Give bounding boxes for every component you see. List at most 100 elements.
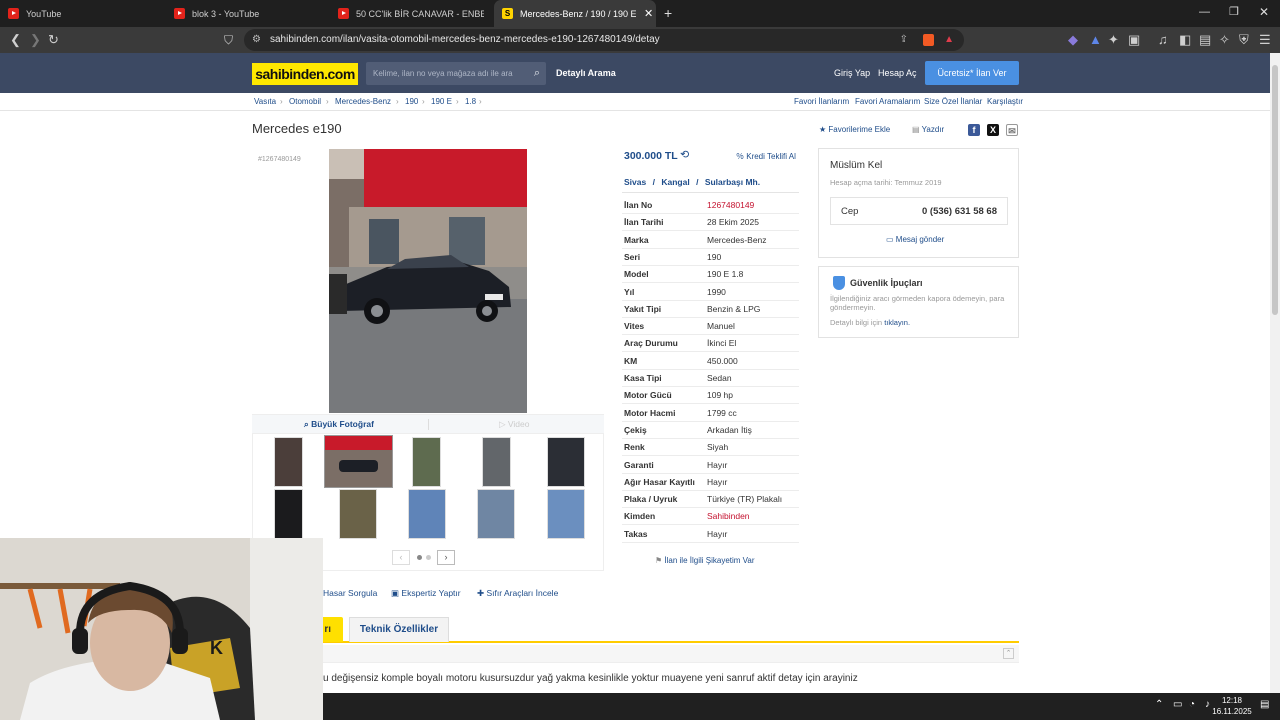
wallet-icon[interactable]: ▤	[1199, 27, 1211, 53]
thumbnail[interactable]	[274, 489, 303, 539]
new-tab-icon[interactable]: +	[664, 5, 672, 21]
rewards-icon[interactable]: ▲	[944, 29, 954, 51]
breadcrumb-item[interactable]: 190	[405, 97, 418, 106]
forward-icon[interactable]: ❯	[30, 27, 41, 53]
thumbnail[interactable]	[274, 437, 303, 487]
thumbnail[interactable]	[408, 489, 446, 539]
leo-icon[interactable]: ✧	[1219, 27, 1230, 53]
address-bar[interactable]: ⚙ sahibinden.com/ilan/vasita-otomobil-me…	[244, 29, 964, 51]
prev-page-icon[interactable]: ‹	[392, 550, 410, 565]
search-icon[interactable]: ⌕	[534, 62, 540, 85]
safety-text: İlgilendiğiniz aracı görmeden kapora öde…	[830, 294, 1005, 312]
big-photo-button[interactable]: ⌕ Büyük Fotoğraf	[304, 419, 374, 430]
menu-icon[interactable]: ☰	[1259, 27, 1271, 53]
breadcrumb-item[interactable]: Vasıta	[254, 97, 276, 106]
safety-more-link[interactable]: tıklayın.	[884, 318, 910, 327]
favorite-listings-link[interactable]: Favori İlanlarım	[794, 97, 849, 106]
breadcrumb-item[interactable]: 1.8	[465, 97, 476, 106]
extension-icon[interactable]: ◆	[1068, 27, 1078, 53]
seller-box: Müslüm Kel Hesap açma tarihi: Temmuz 201…	[818, 148, 1019, 258]
location-neighborhood[interactable]: Sularbaşı Mh.	[705, 177, 760, 187]
page-scrollbar[interactable]	[1270, 53, 1280, 693]
location-city[interactable]: Sivas	[624, 177, 646, 187]
favorite-searches-link[interactable]: Favori Aramalarım	[855, 97, 920, 106]
new-cars-link[interactable]: ✚ Sıfır Araçları İncele	[477, 588, 558, 599]
scrollbar-thumb[interactable]	[1272, 65, 1278, 315]
browser-tab[interactable]: blok 3 - YouTube	[174, 0, 334, 27]
close-tab-icon[interactable]: ✕	[644, 7, 653, 20]
browser-tab[interactable]: 50 CC'lik BİR CANAVAR - ENBEST CR	[338, 0, 484, 27]
x-twitter-icon[interactable]: X	[987, 124, 999, 136]
site-info-icon[interactable]: ⚙	[252, 29, 261, 51]
seller-name[interactable]: Müslüm Kel	[830, 160, 882, 171]
register-link[interactable]: Hesap Aç	[878, 68, 917, 78]
thumbnail[interactable]	[547, 489, 585, 539]
listing-number-tag: #1267480149	[258, 156, 301, 163]
email-icon[interactable]: ✉	[1006, 124, 1018, 136]
reload-icon[interactable]: ↻	[48, 27, 59, 53]
tab-technical[interactable]: Teknik Özellikler	[349, 617, 449, 642]
thumbnail[interactable]	[339, 489, 377, 539]
detail-value: 1990	[707, 287, 726, 297]
bookmark-icon[interactable]: ⛉	[224, 27, 233, 53]
next-page-icon[interactable]: ›	[437, 550, 455, 565]
site-logo[interactable]: sahibinden.com	[252, 63, 358, 85]
detail-divider	[622, 230, 799, 231]
detail-divider	[622, 473, 799, 474]
phone-number[interactable]: 0 (536) 631 58 68	[922, 206, 997, 217]
minimize-icon[interactable]: —	[1199, 6, 1210, 18]
search-input[interactable]: Kelime, ilan no veya mağaza adı ile ara …	[366, 62, 546, 85]
detailed-search-link[interactable]: Detaylı Arama	[556, 68, 616, 78]
thumbnail[interactable]	[477, 489, 515, 539]
browser-tab[interactable]: YouTube	[8, 0, 168, 27]
detail-value[interactable]: Sahibinden	[707, 511, 750, 521]
extension-icon[interactable]: ▲	[1089, 27, 1102, 53]
detail-label: Renk	[624, 442, 645, 452]
send-message-link[interactable]: ▭ Mesaj gönder	[886, 235, 944, 244]
brave-shield-icon[interactable]	[923, 34, 934, 46]
clock-time[interactable]: 12:18	[1212, 696, 1252, 705]
thumbnail[interactable]	[547, 437, 585, 487]
tray-arrow-icon[interactable]: ⌃	[1155, 699, 1163, 710]
detail-value[interactable]: 1267480149	[707, 200, 754, 210]
price-history-icon[interactable]: ⟲	[680, 148, 689, 161]
back-icon[interactable]: ❮	[10, 27, 21, 53]
damage-query-link[interactable]: Hasar Sorgula	[323, 588, 377, 598]
main-photo[interactable]	[329, 149, 527, 413]
vpn-icon[interactable]: ⛨	[1239, 27, 1249, 53]
detail-value: 28 Ekim 2025	[707, 217, 759, 227]
expertise-link[interactable]: ▣ Ekspertiz Yaptır	[391, 588, 461, 599]
breadcrumb-item[interactable]: 190 E	[431, 97, 452, 106]
print-link[interactable]: ▤ Yazdır	[912, 125, 944, 134]
restore-icon[interactable]: ❐	[1229, 5, 1239, 18]
notification-icon[interactable]: ▤	[1260, 699, 1269, 710]
detail-label: Garanti	[624, 460, 654, 470]
personalized-link[interactable]: Size Özel İlanlar	[924, 97, 982, 106]
thumbnail[interactable]	[482, 437, 511, 487]
add-favorite-link[interactable]: ★ Favorilerime Ekle	[819, 125, 890, 134]
page-dot[interactable]	[426, 555, 431, 560]
browser-tab-active[interactable]: S Mercedes-Benz / 190 / 190 E / 1 ✕	[494, 0, 656, 27]
login-link[interactable]: Giriş Yap	[834, 68, 870, 78]
breadcrumb-item[interactable]: Mercedes-Benz	[335, 97, 391, 106]
close-window-icon[interactable]: ✕	[1259, 5, 1269, 19]
media-icon[interactable]: ▣	[1128, 27, 1140, 53]
post-ad-button[interactable]: Ücretsiz* İlan Ver	[925, 61, 1019, 85]
clock-date[interactable]: 16.11.2025	[1202, 707, 1262, 716]
thumbnail[interactable]	[412, 437, 441, 487]
page-dot-active[interactable]	[417, 555, 422, 560]
music-icon[interactable]: ♫	[1158, 27, 1168, 53]
collapse-icon[interactable]: ⌃	[1003, 648, 1014, 659]
complaint-link[interactable]: ⚑ İlan ile İlgili Şikayetim Var	[655, 556, 755, 565]
facebook-icon[interactable]: f	[968, 124, 980, 136]
thumbnail-selected[interactable]	[324, 435, 393, 488]
share-icon[interactable]: ⇪	[900, 29, 908, 51]
network-icon[interactable]: ◔	[1189, 699, 1195, 710]
display-icon[interactable]: ▭	[1173, 699, 1182, 710]
extensions-icon[interactable]: ✦	[1108, 27, 1119, 53]
sidebar-icon[interactable]: ◧	[1179, 27, 1191, 53]
breadcrumb-item[interactable]: Otomobil	[289, 97, 321, 106]
credit-offer-link[interactable]: ％ Kredi Teklifi Al	[736, 151, 796, 162]
location-district[interactable]: Kangal	[661, 177, 689, 187]
compare-link[interactable]: Karşılaştır	[987, 97, 1023, 106]
